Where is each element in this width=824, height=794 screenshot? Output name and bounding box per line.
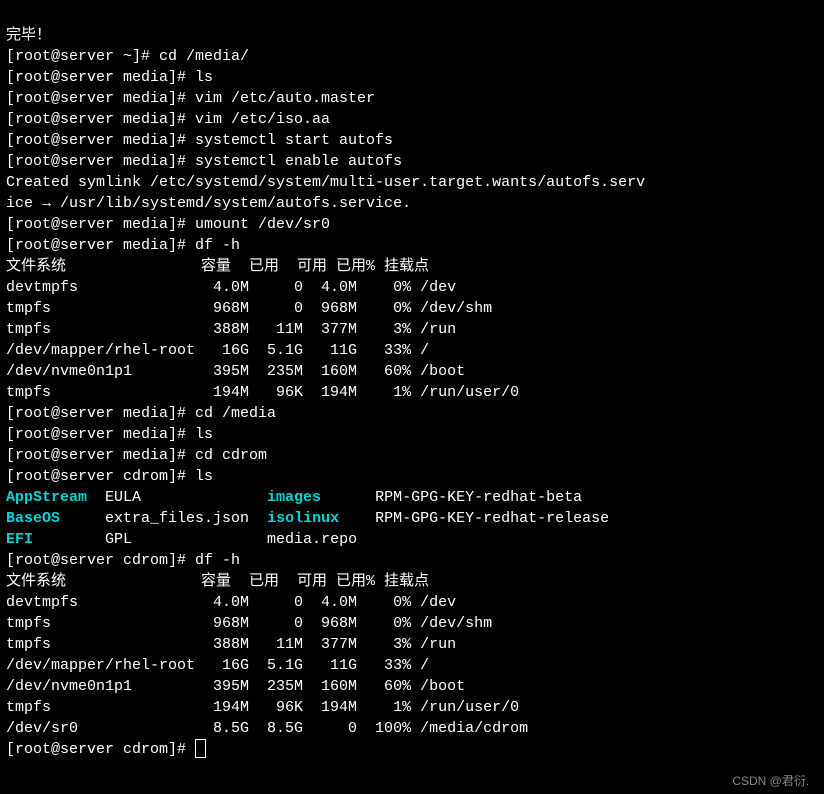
prompt-line: [root@server media]# df -h <box>6 237 240 254</box>
file-name: RPM-GPG-KEY-redhat-beta <box>321 489 582 506</box>
ls-row: BaseOS extra_files.json isolinux RPM-GPG… <box>6 510 609 527</box>
prompt-line: [root@server media]# systemctl enable au… <box>6 153 402 170</box>
df-row: devtmpfs 4.0M 0 4.0M 0% /dev <box>6 279 456 296</box>
df-row: /dev/nvme0n1p1 395M 235M 160M 60% /boot <box>6 678 465 695</box>
prompt-line: [root@server media]# vim /etc/iso.aa <box>6 111 330 128</box>
dir-name: BaseOS <box>6 510 60 527</box>
prompt-line: [root@server media]# ls <box>6 69 213 86</box>
file-name: EULA <box>87 489 267 506</box>
file-name: extra_files.json <box>60 510 267 527</box>
df-row: tmpfs 388M 11M 377M 3% /run <box>6 636 456 653</box>
prompt-line: [root@server media]# umount /dev/sr0 <box>6 216 330 233</box>
prompt-line: [root@server cdrom]# df -h <box>6 552 240 569</box>
line: 完毕！ <box>6 27 51 44</box>
ls-row: EFI GPL media.repo <box>6 531 357 548</box>
dir-name: AppStream <box>6 489 87 506</box>
prompt-line: [root@server ~]# cd /media/ <box>6 48 249 65</box>
output-line: ice → /usr/lib/systemd/system/autofs.ser… <box>6 195 411 212</box>
file-name: GPL media.repo <box>33 531 357 548</box>
dir-name: images <box>267 489 321 506</box>
df-row: /dev/mapper/rhel-root 16G 5.1G 11G 33% / <box>6 342 429 359</box>
df-row: /dev/mapper/rhel-root 16G 5.1G 11G 33% / <box>6 657 429 674</box>
df-row: tmpfs 968M 0 968M 0% /dev/shm <box>6 300 492 317</box>
df-row: tmpfs 968M 0 968M 0% /dev/shm <box>6 615 492 632</box>
df-row: tmpfs 194M 96K 194M 1% /run/user/0 <box>6 699 519 716</box>
df-row: tmpfs 194M 96K 194M 1% /run/user/0 <box>6 384 519 401</box>
ls-row: AppStream EULA images RPM-GPG-KEY-redhat… <box>6 489 582 506</box>
df-row: /dev/nvme0n1p1 395M 235M 160M 60% /boot <box>6 363 465 380</box>
df-row: devtmpfs 4.0M 0 4.0M 0% /dev <box>6 594 456 611</box>
file-name: RPM-GPG-KEY-redhat-release <box>339 510 609 527</box>
prompt-line: [root@server media]# cd /media <box>6 405 276 422</box>
prompt-line: [root@server cdrom]# ls <box>6 468 213 485</box>
df-row: /dev/sr0 8.5G 8.5G 0 100% /media/cdrom <box>6 720 528 737</box>
dir-name: EFI <box>6 531 33 548</box>
watermark: CSDN @君衍.⠀ <box>732 773 818 790</box>
prompt-line: [root@server cdrom]# <box>6 741 206 758</box>
prompt-line: [root@server media]# cd cdrom <box>6 447 267 464</box>
dir-name: isolinux <box>267 510 339 527</box>
cursor-icon[interactable] <box>195 739 206 758</box>
df-header: 文件系统 容量 已用 可用 已用% 挂载点 <box>6 258 429 275</box>
df-row: tmpfs 388M 11M 377M 3% /run <box>6 321 456 338</box>
prompt-line: [root@server media]# ls <box>6 426 213 443</box>
prompt-line: [root@server media]# systemctl start aut… <box>6 132 393 149</box>
df-header: 文件系统 容量 已用 可用 已用% 挂载点 <box>6 573 429 590</box>
output-line: Created symlink /etc/systemd/system/mult… <box>6 174 645 191</box>
prompt-line: [root@server media]# vim /etc/auto.maste… <box>6 90 375 107</box>
terminal-output[interactable]: 完毕！ [root@server ~]# cd /media/ [root@se… <box>0 0 824 764</box>
